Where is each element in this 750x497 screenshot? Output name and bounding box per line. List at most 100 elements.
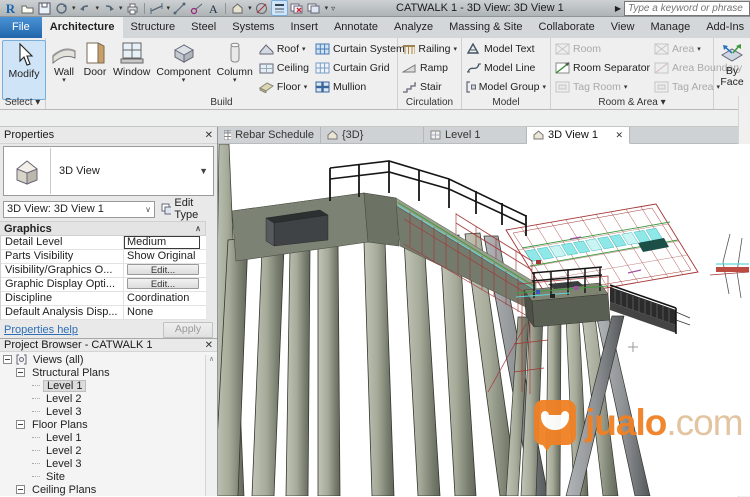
- tree-expander[interactable]: [16, 368, 25, 377]
- parts-visibility-value[interactable]: Show Original: [124, 250, 206, 263]
- ceiling-button[interactable]: Ceiling: [259, 60, 309, 76]
- build-group-footer[interactable]: Build: [46, 97, 397, 109]
- apply-button[interactable]: Apply: [163, 321, 213, 338]
- view-tab-rebar-schedule[interactable]: Rebar Schedule: [218, 127, 321, 143]
- select-group-footer[interactable]: Select ▾: [0, 97, 45, 109]
- redo-dropdown-arrow[interactable]: ▾: [119, 4, 123, 12]
- graphics-section-header[interactable]: Graphics ∧: [0, 221, 206, 236]
- sync-icon[interactable]: [54, 1, 69, 15]
- by-face-button[interactable]: By Face: [716, 40, 748, 98]
- type-selector[interactable]: 3D View ▼: [3, 146, 214, 196]
- stair-button[interactable]: Stair: [402, 79, 457, 95]
- tab-manage[interactable]: Manage: [642, 17, 698, 38]
- graphic-display-edit-button[interactable]: Edit...: [127, 278, 199, 289]
- floor-button[interactable]: Floor ▾: [258, 79, 309, 95]
- tab-file[interactable]: File: [0, 17, 42, 38]
- room-separator-button[interactable]: Room Separator: [555, 60, 650, 76]
- 3d-view-dropdown-arrow[interactable]: ▾: [248, 4, 252, 12]
- switch-windows-dropdown-arrow[interactable]: ▾: [325, 4, 329, 12]
- mullion-button[interactable]: Mullion: [315, 79, 405, 95]
- measure-icon[interactable]: [149, 1, 164, 15]
- tab-analyze[interactable]: Analyze: [386, 17, 441, 38]
- tab-insert[interactable]: Insert: [282, 17, 326, 38]
- tab-architecture[interactable]: Architecture: [41, 17, 123, 38]
- tab-massing-site[interactable]: Massing & Site: [441, 17, 530, 38]
- redo-icon[interactable]: [101, 1, 116, 15]
- undo-dropdown-arrow[interactable]: ▾: [96, 4, 100, 12]
- tab-systems[interactable]: Systems: [224, 17, 282, 38]
- sync-dropdown-arrow[interactable]: ▾: [72, 4, 76, 12]
- tab-structure[interactable]: Structure: [123, 17, 184, 38]
- tree-item-views-all[interactable]: Views (all): [0, 353, 217, 366]
- view-tab-3d-default[interactable]: {3D}: [321, 127, 424, 143]
- room-area-group-footer[interactable]: Room & Area ▾: [551, 97, 713, 109]
- browser-scrollbar[interactable]: ∧: [205, 355, 217, 496]
- switch-windows-icon[interactable]: [307, 1, 322, 15]
- tree-item-ceiling-plans[interactable]: Ceiling Plans: [0, 483, 217, 496]
- curtain-grid-button[interactable]: Curtain Grid: [315, 60, 405, 76]
- property-row[interactable]: Visibility/Graphics O... Edit...: [1, 264, 206, 278]
- roof-button[interactable]: Roof ▾: [259, 41, 309, 57]
- column-button[interactable]: Column ▾: [214, 40, 256, 98]
- text-icon[interactable]: A: [206, 1, 221, 15]
- section-icon[interactable]: [254, 1, 269, 15]
- tree-expander[interactable]: [3, 355, 12, 364]
- type-selector-dropdown-arrow[interactable]: ▼: [199, 166, 213, 176]
- visibility-graphics-edit-button[interactable]: Edit...: [127, 264, 199, 275]
- print-icon[interactable]: [125, 1, 140, 15]
- tree-item-level2-floor[interactable]: Level 2: [0, 444, 217, 457]
- component-button[interactable]: Component ▾: [153, 40, 213, 98]
- view-selector-combo[interactable]: 3D View: 3D View 1 ∨: [3, 200, 155, 218]
- 3d-viewport[interactable]: jualo.com: [218, 144, 750, 496]
- tab-view[interactable]: View: [603, 17, 643, 38]
- wall-button[interactable]: Wall ▾: [48, 40, 80, 98]
- measure-dropdown-arrow[interactable]: ▾: [167, 4, 171, 12]
- model-line-button[interactable]: Model Line: [466, 60, 546, 76]
- detail-level-value[interactable]: Medium: [124, 236, 200, 249]
- search-input[interactable]: [624, 1, 750, 16]
- property-row[interactable]: Parts Visibility Show Original: [1, 250, 206, 264]
- revit-logo-icon[interactable]: R: [3, 1, 18, 15]
- tree-item-level2-structural[interactable]: Level 2: [0, 392, 217, 405]
- tab-steel[interactable]: Steel: [183, 17, 224, 38]
- tree-item-level3-floor[interactable]: Level 3: [0, 457, 217, 470]
- customize-qat-icon[interactable]: ▿: [331, 4, 335, 13]
- ramp-button[interactable]: Ramp: [402, 60, 457, 76]
- tab-collaborate[interactable]: Collaborate: [531, 17, 603, 38]
- property-row[interactable]: Graphic Display Opti... Edit...: [1, 278, 206, 292]
- tree-item-level1-structural[interactable]: Level 1: [0, 379, 217, 392]
- model-group-footer[interactable]: Model: [462, 97, 550, 109]
- tree-item-structural-plans[interactable]: Structural Plans: [0, 366, 217, 379]
- view-tab-level-1[interactable]: Level 1: [424, 127, 527, 143]
- undo-icon[interactable]: [78, 1, 93, 15]
- tree-item-level3-structural[interactable]: Level 3: [0, 405, 217, 418]
- edit-type-button[interactable]: Edit Type: [158, 197, 214, 221]
- model-group-button[interactable]: Model Group ▾: [466, 79, 546, 95]
- tree-expander[interactable]: [16, 420, 25, 429]
- tag-room-button[interactable]: Tag Room ▾: [555, 79, 650, 95]
- project-browser-close-icon[interactable]: ✕: [205, 340, 213, 351]
- thin-lines-icon[interactable]: [270, 0, 288, 16]
- default-analysis-value[interactable]: None: [124, 306, 206, 319]
- circulation-group-footer[interactable]: Circulation: [398, 97, 461, 109]
- curtain-system-button[interactable]: Curtain System: [315, 41, 405, 57]
- tab-annotate[interactable]: Annotate: [326, 17, 386, 38]
- tree-expander[interactable]: [16, 485, 25, 494]
- open-icon[interactable]: [20, 1, 35, 15]
- view-tab-3d-view-1[interactable]: 3D View 1 ✕: [527, 127, 630, 144]
- aligned-dimension-icon[interactable]: [172, 1, 187, 15]
- door-button[interactable]: Door: [80, 40, 110, 98]
- tree-item-floor-plans[interactable]: Floor Plans: [0, 418, 217, 431]
- room-button[interactable]: Room: [555, 41, 650, 57]
- tab-addins[interactable]: Add-Ins: [698, 17, 750, 38]
- discipline-value[interactable]: Coordination: [124, 292, 206, 305]
- tree-item-site[interactable]: Site: [0, 470, 217, 483]
- search-expand-arrow[interactable]: ▶: [615, 4, 621, 13]
- property-row[interactable]: Discipline Coordination: [1, 292, 206, 306]
- window-button[interactable]: Window: [110, 40, 153, 98]
- save-icon[interactable]: [37, 1, 52, 15]
- property-row[interactable]: Default Analysis Disp... None: [1, 306, 206, 320]
- default-3d-view-icon[interactable]: [230, 1, 245, 15]
- property-row[interactable]: Detail Level Medium: [1, 236, 206, 250]
- close-hidden-windows-icon[interactable]: [290, 1, 305, 15]
